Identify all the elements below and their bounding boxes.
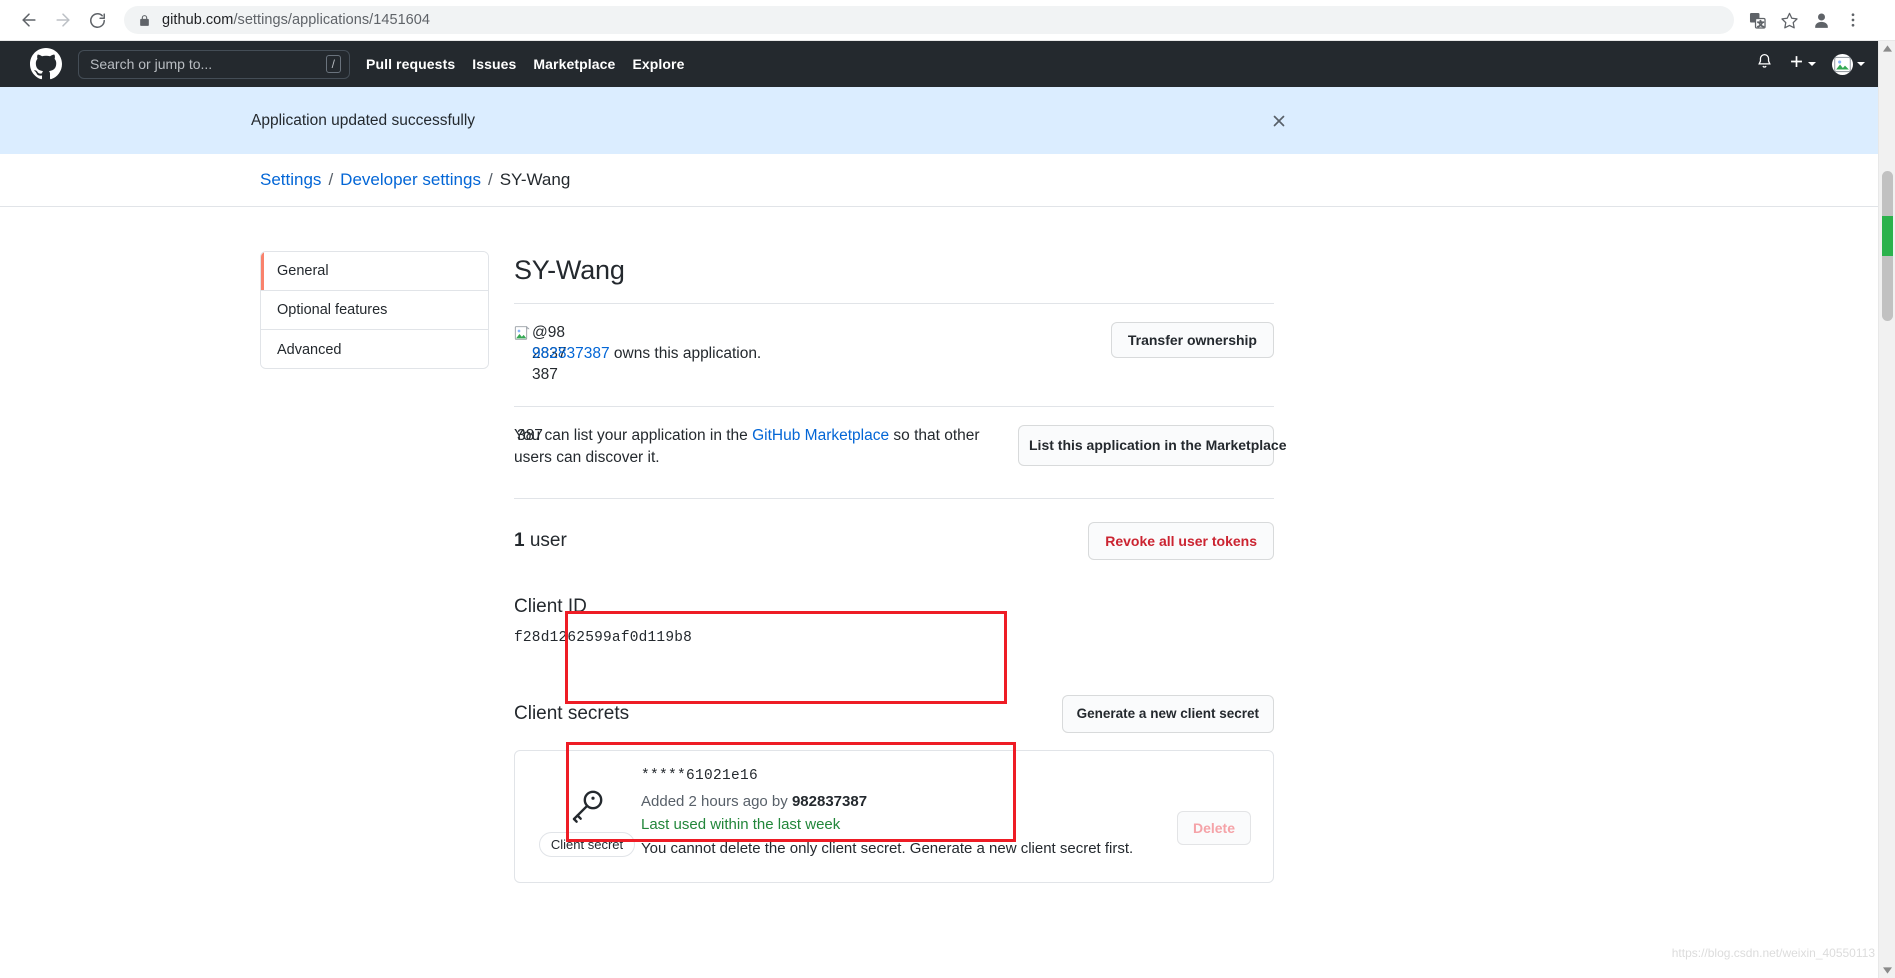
owner-suffix-text: owns this application. bbox=[613, 345, 762, 362]
client-secret-last-used: Last used within the last week bbox=[641, 816, 841, 833]
client-secret-added-info: Added 2 hours ago by 982837387 bbox=[641, 791, 1177, 813]
user-count-number: 1 bbox=[514, 530, 525, 551]
nav-marketplace[interactable]: Marketplace bbox=[533, 56, 615, 72]
page-scrollbar[interactable] bbox=[1878, 41, 1895, 978]
owner-row: @982837387 982837387 owns this applicati… bbox=[514, 304, 1274, 385]
breadcrumb-bar: Settings / Developer settings / SY-Wang bbox=[0, 154, 1895, 207]
list-in-marketplace-button[interactable]: List this application in the Marketplace bbox=[1018, 425, 1287, 466]
added-by-user: 982837387 bbox=[791, 793, 868, 810]
browser-action-icons: G文 bbox=[1742, 5, 1868, 35]
flash-message-text: Application updated successfully bbox=[251, 111, 476, 129]
scroll-up-arrow-icon[interactable] bbox=[1879, 45, 1895, 52]
chevron-down-icon bbox=[1857, 62, 1865, 66]
breadcrumb-current: SY-Wang bbox=[499, 170, 571, 189]
forward-arrow-icon[interactable] bbox=[46, 3, 80, 37]
sidebar-item-optional-features[interactable]: Optional features bbox=[261, 291, 488, 330]
watermark-text: https://blog.csdn.net/weixin_40550113 bbox=[1671, 946, 1875, 960]
lock-icon bbox=[138, 14, 151, 27]
browser-toolbar: github.com/settings/applications/1451604… bbox=[0, 0, 1895, 41]
generate-new-client-secret-button[interactable]: Generate a new client secret bbox=[1061, 695, 1274, 733]
delete-client-secret-button[interactable]: Delete bbox=[1176, 811, 1251, 845]
client-secrets-header-row: Client secrets Generate a new client sec… bbox=[514, 695, 1274, 733]
address-bar[interactable]: github.com/settings/applications/1451604 bbox=[124, 6, 1734, 34]
added-prefix: Added 2 hours ago by bbox=[641, 793, 792, 810]
user-avatar-icon bbox=[1832, 53, 1853, 75]
translate-icon[interactable]: G文 bbox=[1742, 5, 1772, 35]
nav-pull-requests[interactable]: Pull requests bbox=[366, 56, 455, 72]
search-placeholder: Search or jump to... bbox=[90, 56, 213, 72]
transfer-ownership-button[interactable]: Transfer ownership bbox=[1110, 322, 1274, 358]
nav-explore[interactable]: Explore bbox=[632, 56, 684, 72]
users-row: 1 user Revoke all user tokens bbox=[514, 498, 1274, 560]
close-icon[interactable] bbox=[1271, 113, 1287, 129]
client-secret-icon-column: Client secret bbox=[533, 767, 641, 857]
client-secret-masked-value: *****61021e16 bbox=[641, 768, 759, 784]
client-id-value: f28d1262599af0d119b8 bbox=[514, 630, 693, 646]
breadcrumb: Settings / Developer settings / SY-Wang bbox=[260, 170, 570, 190]
reload-icon[interactable] bbox=[80, 3, 114, 37]
bell-icon[interactable] bbox=[1756, 53, 1773, 75]
profile-avatar-icon[interactable] bbox=[1806, 5, 1836, 35]
github-header: Search or jump to... / Pull requests Iss… bbox=[0, 41, 1895, 87]
three-dot-menu-icon[interactable] bbox=[1838, 5, 1868, 35]
broken-avatar-image-icon bbox=[514, 325, 530, 347]
search-shortcut-badge: / bbox=[325, 55, 341, 73]
header-right-actions bbox=[1756, 53, 1879, 75]
star-icon[interactable] bbox=[1774, 5, 1804, 35]
revoke-all-user-tokens-button[interactable]: Revoke all user tokens bbox=[1088, 522, 1274, 560]
sidebar-item-general[interactable]: General bbox=[261, 252, 488, 291]
global-nav: Pull requests Issues Marketplace Explore bbox=[366, 56, 685, 72]
sidebar-item-label: General bbox=[277, 263, 329, 279]
sidebar-item-label: Optional features bbox=[277, 302, 388, 318]
url-text: github.com/settings/applications/1451604 bbox=[162, 12, 431, 28]
back-arrow-icon[interactable] bbox=[12, 3, 46, 37]
chevron-down-icon bbox=[1808, 62, 1816, 66]
plus-icon bbox=[1789, 54, 1804, 74]
settings-sidebar: General Optional features Advanced bbox=[260, 251, 489, 369]
github-marketplace-link[interactable]: GitHub Marketplace bbox=[752, 427, 889, 444]
account-menu[interactable] bbox=[1832, 53, 1865, 75]
svg-text:文: 文 bbox=[1757, 19, 1764, 28]
plus-menu[interactable] bbox=[1789, 54, 1816, 74]
breadcrumb-separator-2: / bbox=[487, 170, 493, 189]
owner-link[interactable]: 982837387 bbox=[532, 345, 610, 362]
breadcrumb-separator: / bbox=[328, 170, 334, 189]
key-icon bbox=[567, 789, 607, 830]
page-body: General Optional features Advanced SY-Wa… bbox=[0, 207, 1895, 883]
client-secrets-heading: Client secrets bbox=[514, 703, 630, 724]
marketplace-row: 387 You can list your application in the… bbox=[514, 406, 1287, 469]
client-secret-tag: Client secret bbox=[538, 832, 636, 857]
avatar-alt-overflow-fragment: 387 bbox=[517, 427, 543, 444]
github-mark-icon[interactable] bbox=[30, 48, 62, 80]
search-input[interactable]: Search or jump to... / bbox=[78, 49, 350, 79]
client-secret-delete-note: You cannot delete the only client secret… bbox=[641, 840, 1134, 857]
client-id-heading: Client ID bbox=[514, 596, 587, 617]
marketplace-text-before: You can list your application in the bbox=[514, 427, 753, 444]
sidebar-item-label: Advanced bbox=[277, 341, 342, 358]
page-title: SY-Wang bbox=[514, 251, 1274, 304]
scroll-down-arrow-icon[interactable] bbox=[1879, 967, 1895, 974]
owner-sentence: 982837387 owns this application. bbox=[532, 343, 761, 364]
user-count-label: user bbox=[524, 530, 567, 551]
owner-text: @982837387 982837387 owns this applicati… bbox=[514, 322, 814, 385]
flash-message: Application updated successfully bbox=[0, 87, 1895, 154]
scrollbar-marker bbox=[1882, 216, 1893, 256]
client-secret-card: Client secret *****61021e16 Added 2 hour… bbox=[514, 750, 1274, 883]
main-content: SY-Wang @982837387 982837387 owns this a… bbox=[514, 251, 1287, 883]
user-count: 1 user bbox=[514, 530, 567, 552]
client-secret-details: *****61021e16 Added 2 hours ago by 98283… bbox=[641, 767, 1177, 860]
nav-issues[interactable]: Issues bbox=[472, 56, 516, 72]
sidebar-item-advanced[interactable]: Advanced bbox=[261, 330, 488, 368]
breadcrumb-settings[interactable]: Settings bbox=[260, 170, 321, 190]
breadcrumb-developer-settings[interactable]: Developer settings bbox=[340, 170, 481, 190]
marketplace-text: 387 You can list your application in the… bbox=[514, 425, 1012, 469]
